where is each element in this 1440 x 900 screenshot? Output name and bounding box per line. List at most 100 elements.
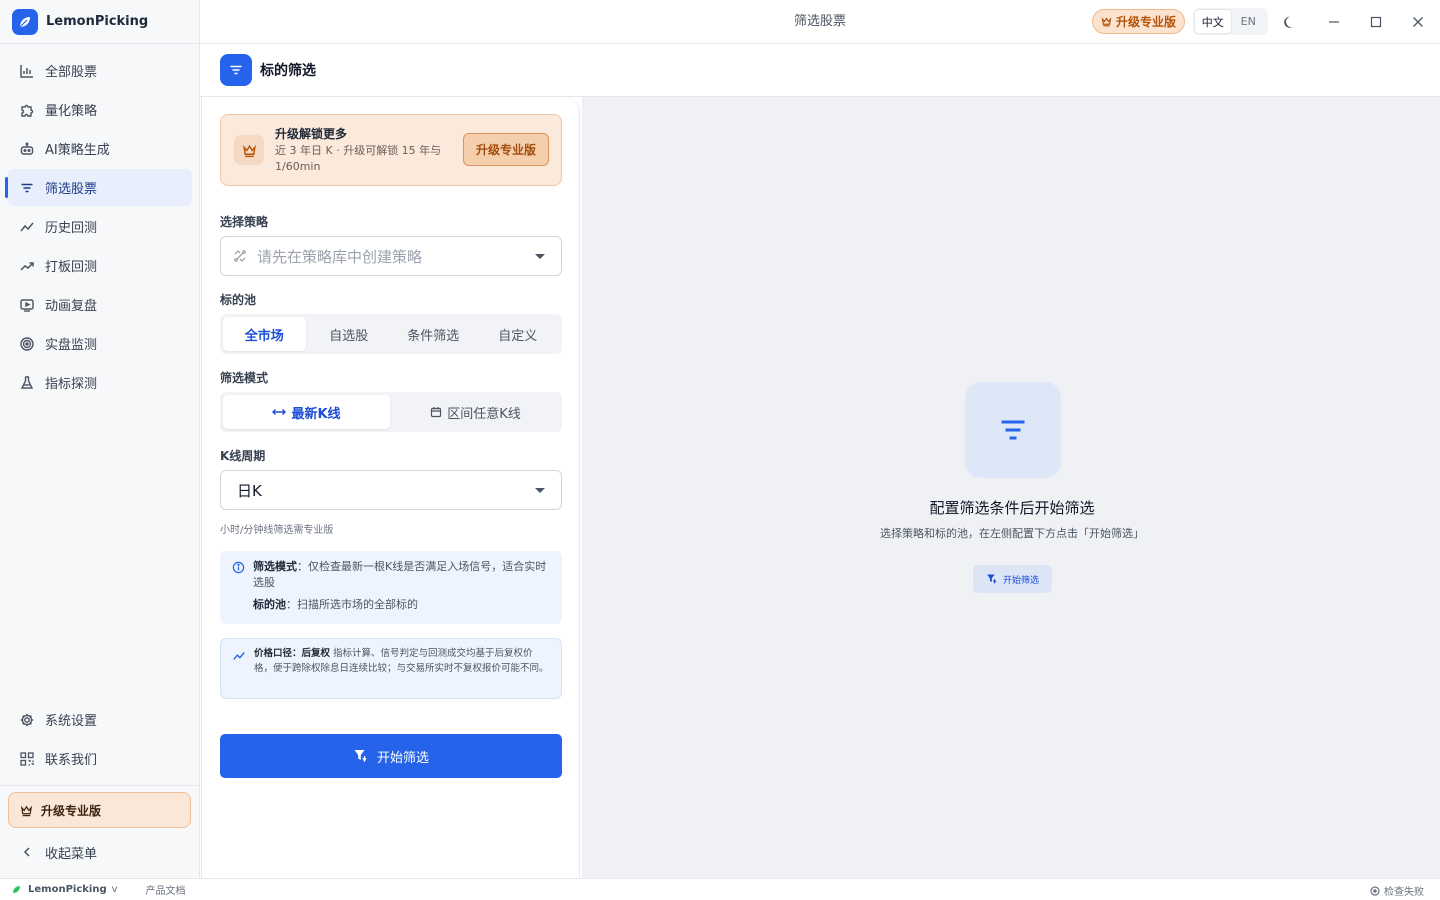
status-bar: LemonPicking v 产品文档 检查失败 <box>0 878 1440 900</box>
strategy-placeholder: 请先在策略库中创建策略 <box>257 247 423 266</box>
sidebar-upgrade-button[interactable]: 升级专业版 <box>8 792 191 828</box>
period-value: 日K <box>237 481 262 500</box>
brand[interactable]: LemonPicking <box>0 0 199 44</box>
info-pool-text: 扫描所选市场的全部标的 <box>297 598 418 611</box>
trend-icon <box>232 649 246 663</box>
mode-option-latest-kline[interactable]: 最新K线 <box>223 395 390 429</box>
promo-upgrade-button[interactable]: 升级专业版 <box>463 133 549 166</box>
empty-start-filter-label: 开始筛选 <box>1002 575 1039 586</box>
info-pool-line: 标的池：扫描所选市场的全部标的 <box>253 598 418 611</box>
pool-option-condition[interactable]: 条件筛选 <box>392 317 475 351</box>
update-status-text: 检查失败 <box>1384 887 1424 898</box>
start-filter-label: 开始筛选 <box>376 750 429 766</box>
chevron-left-icon <box>18 844 35 861</box>
collapse-menu-button[interactable]: 收起菜单 <box>7 834 97 870</box>
period-select[interactable]: 日K <box>220 470 562 510</box>
lang-en-button[interactable]: EN <box>1231 10 1267 33</box>
collapse-menu-label: 收起菜单 <box>45 846 98 862</box>
footer-version: v <box>111 884 118 895</box>
pool-option-all-market[interactable]: 全市场 <box>223 317 306 351</box>
sidebar-item-limit-backtest[interactable]: 打板回测 <box>7 247 192 284</box>
info-icon <box>232 561 245 574</box>
lang-zh-button[interactable]: 中文 <box>1195 10 1231 33</box>
chevron-down-icon <box>535 488 545 493</box>
start-filter-button[interactable]: 开始筛选 <box>220 734 562 778</box>
page-title: 标的筛选 <box>260 63 316 79</box>
sidebar-bottom-nav: 系统设置 联系我们 <box>0 699 199 779</box>
filter-icon <box>220 54 252 86</box>
filter-icon <box>18 179 35 196</box>
sidebar-item-label: 联系我们 <box>45 753 98 768</box>
flask-icon <box>18 374 35 391</box>
sidebar-upgrade-label: 升级专业版 <box>41 803 102 818</box>
topbar-upgrade-button[interactable]: 升级专业版 <box>1092 9 1185 34</box>
crown-icon <box>1101 16 1112 27</box>
sidebar-item-label: 系统设置 <box>45 714 98 729</box>
sidebar-item-animation-review[interactable]: 动画复盘 <box>7 286 192 323</box>
footer-app-name: LemonPicking <box>28 884 107 895</box>
sidebar-item-label: 实盘监测 <box>45 338 98 353</box>
close-button[interactable] <box>1407 11 1429 33</box>
info-mode-key: 筛选模式 <box>253 560 297 573</box>
pool-segmented-control: 全市场 自选股 条件筛选 自定义 <box>220 314 562 354</box>
strategy-select[interactable]: 请先在策略库中创建策略 <box>220 236 562 276</box>
empty-state-title: 配置筛选条件后开始筛选 <box>929 499 1095 517</box>
strategy-label: 选择策略 <box>220 215 269 229</box>
pool-option-custom[interactable]: 自定义 <box>477 317 560 351</box>
sidebar-item-label: 历史回测 <box>45 221 98 236</box>
sidebar-item-quant-strategy[interactable]: 量化策略 <box>7 91 192 128</box>
sidebar-item-contact[interactable]: 联系我们 <box>7 740 192 777</box>
footer-doc-link[interactable]: 产品文档 <box>146 882 186 897</box>
maximize-icon <box>1370 16 1382 28</box>
mode-option-label: 区间任意K线 <box>447 406 521 422</box>
leaf-logo-icon <box>12 8 38 35</box>
sidebar-item-live-monitor[interactable]: 实盘监测 <box>7 325 192 362</box>
promo-desc: 近 3 年日 K · 升级可解锁 15 年与 1/60min <box>275 144 442 173</box>
filter-funnel-icon <box>986 573 998 585</box>
mode-option-range-kline[interactable]: 区间任意K线 <box>392 395 559 429</box>
filter-icon <box>965 382 1061 478</box>
mode-label: 筛选模式 <box>220 371 269 385</box>
results-area: 配置筛选条件后开始筛选 选择策略和标的池，在左侧配置下方点击「开始筛选」 开始筛… <box>582 97 1440 878</box>
sidebar-nav: 全部股票 量化策略 AI策略生成 筛选股票 历史回测 打板回测 动画复盘 实盘监… <box>0 44 199 401</box>
maximize-button[interactable] <box>1365 11 1387 33</box>
sidebar-item-settings[interactable]: 系统设置 <box>7 701 192 738</box>
dark-mode-toggle[interactable] <box>1279 11 1301 33</box>
sidebar-item-ai-strategy[interactable]: AI策略生成 <box>7 130 192 167</box>
sidebar-item-indicator-probe[interactable]: 指标探测 <box>7 364 192 401</box>
trend-up-icon <box>18 257 35 274</box>
sidebar-item-label: 指标探测 <box>45 377 98 392</box>
minimize-button[interactable] <box>1323 11 1345 33</box>
mode-option-label: 最新K线 <box>291 406 341 422</box>
language-switch: 中文 EN <box>1193 8 1268 35</box>
sidebar-item-label: 筛选股票 <box>45 182 98 197</box>
chevron-down-icon <box>535 254 545 259</box>
app-name: LemonPicking <box>46 14 149 29</box>
sidebar: LemonPicking 全部股票 量化策略 AI策略生成 筛选股票 历史回测 … <box>0 0 200 878</box>
price-basis-text: 价格口径：后复权 指标计算、信号判定与回测成交均基于后复权价格，便于跨除权除息日… <box>254 646 551 676</box>
sidebar-item-filter-stocks[interactable]: 筛选股票 <box>5 169 192 206</box>
minimize-icon <box>1328 16 1340 28</box>
promo-title: 升级解锁更多 <box>275 127 348 141</box>
sidebar-item-history-backtest[interactable]: 历史回测 <box>7 208 192 245</box>
moon-icon <box>1283 15 1297 29</box>
arrows-horizontal-icon <box>272 407 287 417</box>
sidebar-item-label: AI策略生成 <box>45 143 110 158</box>
leaf-logo-icon <box>11 884 22 895</box>
update-status[interactable]: 检查失败 <box>1370 883 1424 898</box>
pool-option-watchlist[interactable]: 自选股 <box>308 317 391 351</box>
empty-start-filter-button[interactable]: 开始筛选 <box>973 565 1052 593</box>
puzzle-icon <box>18 101 35 118</box>
filter-config-panel: 升级解锁更多 近 3 年日 K · 升级可解锁 15 年与 1/60min 升级… <box>201 97 580 878</box>
period-hint: 小时/分钟线筛选需专业版 <box>220 525 334 536</box>
sidebar-item-label: 全部股票 <box>45 65 98 80</box>
sidebar-item-label: 动画复盘 <box>45 299 98 314</box>
empty-state-desc: 选择策略和标的池，在左侧配置下方点击「开始筛选」 <box>880 527 1144 540</box>
mode-segmented-control: 最新K线 区间任意K线 <box>220 392 562 432</box>
sidebar-item-label: 量化策略 <box>45 104 98 119</box>
price-basis-key: 价格口径：后复权 <box>254 648 331 659</box>
calendar-icon <box>430 406 442 418</box>
crown-icon <box>20 804 33 817</box>
gear-icon <box>18 711 35 728</box>
sidebar-item-all-stocks[interactable]: 全部股票 <box>7 52 192 89</box>
